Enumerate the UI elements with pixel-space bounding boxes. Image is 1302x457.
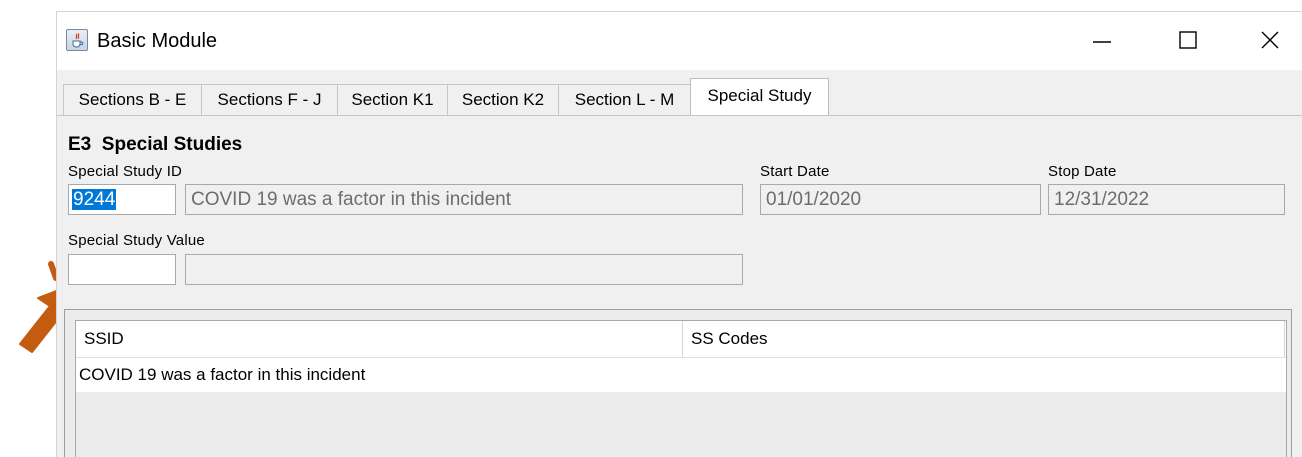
special-study-value-label: Special Study Value — [68, 232, 205, 249]
start-date-label: Start Date — [760, 163, 830, 180]
table-cell-ssid: COVID 19 was a factor in this incident — [79, 365, 366, 384]
tab-sections-b-e[interactable]: Sections B - E — [63, 84, 202, 115]
tab-section-k2[interactable]: Section K2 — [447, 84, 559, 115]
tab-section-k1[interactable]: Section K1 — [337, 84, 448, 115]
maximize-icon — [1179, 31, 1197, 49]
column-divider[interactable] — [1284, 321, 1285, 357]
special-study-id-label: Special Study ID — [68, 163, 183, 180]
section-title: E3 Special Studies — [68, 134, 243, 155]
special-study-table: SSID SS Codes COVID 19 was a factor in t… — [75, 320, 1287, 457]
table-cell-ss-codes — [683, 358, 1286, 392]
close-button[interactable] — [1249, 24, 1291, 56]
java-cup-icon — [66, 29, 88, 51]
special-study-id-value: 9244 — [72, 189, 117, 210]
maximize-button[interactable] — [1167, 24, 1209, 56]
stop-date-label: Stop Date — [1048, 163, 1117, 180]
tab-strip: Sections B - E Sections F - J Section K1… — [57, 76, 1302, 116]
tab-section-l-m[interactable]: Section L - M — [558, 84, 691, 115]
basic-module-window: Basic Module Sections B - E Sections F -… — [56, 11, 1302, 457]
minimize-button[interactable] — [1081, 24, 1123, 56]
tab-sections-f-j[interactable]: Sections F - J — [201, 84, 338, 115]
special-study-id-input[interactable]: 9244 — [68, 184, 176, 215]
stop-date-field: 12/31/2022 — [1048, 184, 1285, 215]
special-study-table-panel: SSID SS Codes COVID 19 was a factor in t… — [64, 309, 1292, 457]
column-header-ss-codes[interactable]: SS Codes — [683, 321, 1283, 357]
special-study-description-field: COVID 19 was a factor in this incident — [185, 184, 743, 215]
close-icon — [1261, 31, 1279, 49]
minimize-icon — [1093, 41, 1111, 43]
window-title: Basic Module — [97, 30, 218, 52]
start-date-field: 01/01/2020 — [760, 184, 1041, 215]
column-header-ssid[interactable]: SSID — [76, 321, 682, 357]
table-row[interactable]: COVID 19 was a factor in this incident — [76, 358, 1286, 392]
title-bar: Basic Module — [57, 12, 1302, 70]
special-study-value-description-field — [185, 254, 743, 285]
table-header: SSID SS Codes — [76, 321, 1286, 358]
tab-special-study[interactable]: Special Study — [690, 78, 829, 116]
special-study-value-input[interactable] — [68, 254, 176, 285]
tab-content-border — [57, 115, 1302, 116]
